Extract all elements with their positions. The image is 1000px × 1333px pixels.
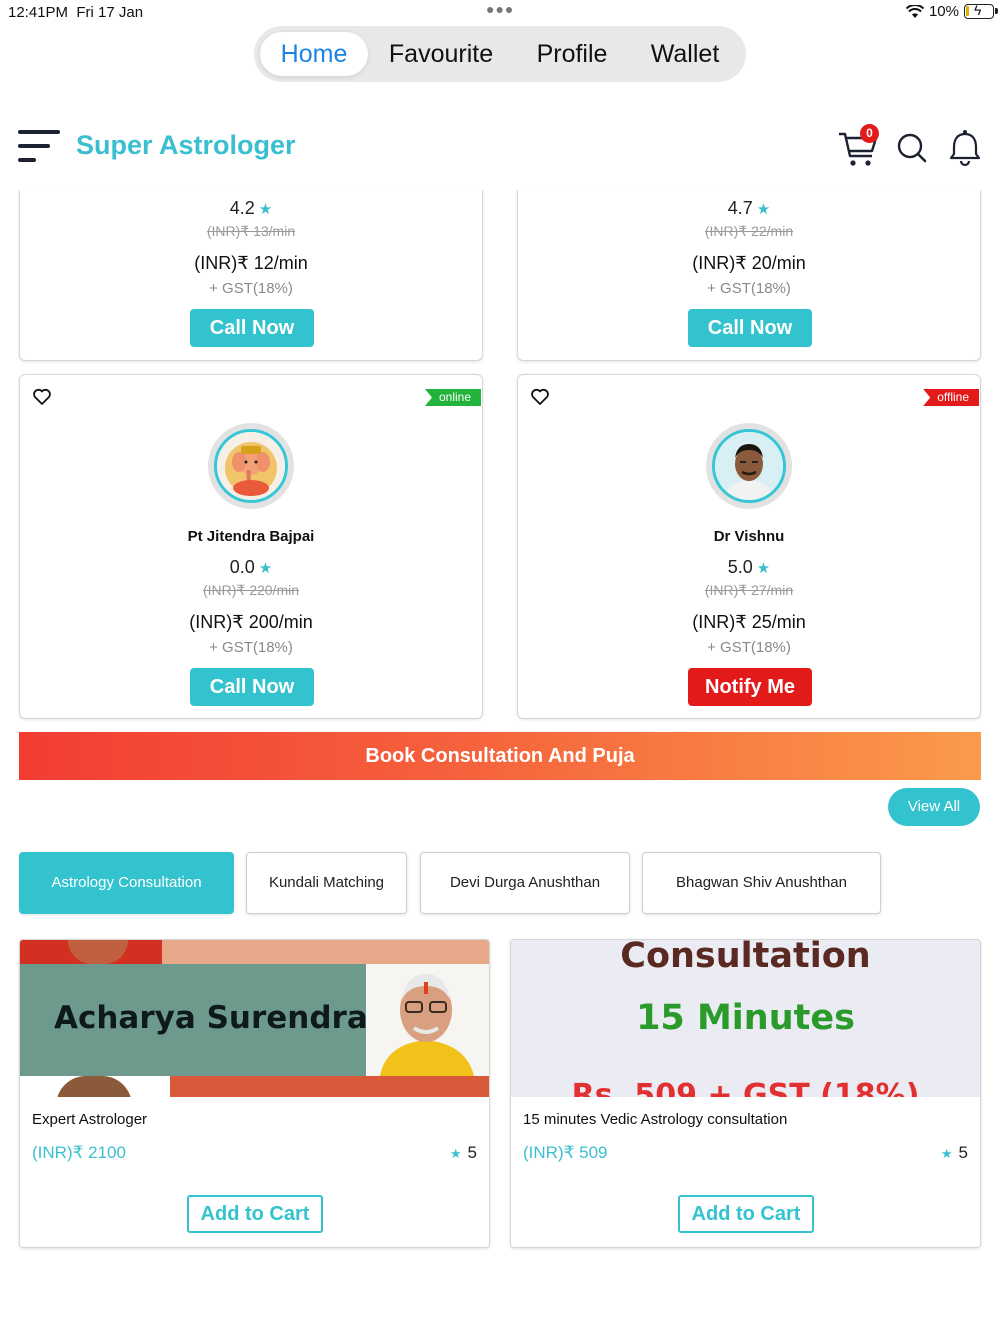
star-icon: ★ xyxy=(756,560,771,577)
price: (INR)₹ 200/min xyxy=(189,612,313,632)
gst-note: + GST(18%) xyxy=(707,639,791,656)
service-name: 15 minutes Vedic Astrology consultation xyxy=(523,1111,788,1128)
astrologer-name: Dr Vishnu xyxy=(713,528,785,545)
heart-icon[interactable] xyxy=(32,387,52,407)
rating: 0.0 ★ xyxy=(229,557,273,577)
status-right: 10% ϟ xyxy=(905,2,998,20)
star-icon: ★ xyxy=(258,201,273,218)
service-image-title: Acharya Surendra xyxy=(54,1000,368,1036)
service-rating: ★ 5 xyxy=(940,1143,968,1162)
old-price: (INR)₹ 220/min xyxy=(202,582,300,598)
rating: 5.0 ★ xyxy=(727,557,771,577)
view-all-button[interactable]: View All xyxy=(888,788,980,826)
acharya-photo xyxy=(380,974,474,1076)
time-text: 12:41PM xyxy=(8,4,69,21)
astrologer-card[interactable]: 4.7 ★ (INR)₹ 22/min (INR)₹ 20/min + GST(1… xyxy=(517,190,981,361)
star-icon: ★ xyxy=(756,201,771,218)
app-header: Super Astrologer 0 xyxy=(0,108,1000,190)
service-card[interactable]: Acharya Surendra Expert Astrologer (INR)… xyxy=(19,939,490,1248)
astrologer-card[interactable]: 4.2 ★ (INR)₹ 13/min (INR)₹ 12/min + GST(1… xyxy=(19,190,483,361)
status-time: 12:41PM Fri 17 Jan xyxy=(8,4,143,21)
service-price: (INR)₹ 2100 xyxy=(32,1143,126,1162)
add-to-cart-button[interactable]: Add to Cart xyxy=(678,1195,814,1233)
battery-icon: ϟ xyxy=(964,2,998,19)
price: (INR)₹ 12/min xyxy=(194,253,308,273)
cart-count-badge: 0 xyxy=(860,124,879,143)
astrologer-name: Pt Jitendra Bajpai xyxy=(187,528,315,545)
top-tab-bar: Home Favourite Profile Wallet xyxy=(254,26,746,82)
heart-icon[interactable] xyxy=(530,387,550,407)
price: (INR)₹ 25/min xyxy=(692,612,806,632)
notify-me-button[interactable]: Notify Me xyxy=(688,668,812,706)
service-price: (INR)₹ 509 xyxy=(523,1143,608,1162)
star-icon: ★ xyxy=(940,1146,953,1161)
cart-icon[interactable]: 0 xyxy=(836,122,880,170)
star-icon: ★ xyxy=(449,1146,462,1161)
notification-bell-icon[interactable] xyxy=(944,122,988,170)
old-price: (INR)₹ 22/min xyxy=(704,223,794,239)
battery-percent: 10% xyxy=(928,3,959,20)
tab-home[interactable]: Home xyxy=(260,32,368,76)
astrologer-card[interactable]: online Pt Jitendra Bajpai 0.0 ★ (INR)₹ 22… xyxy=(19,374,483,719)
tab-favourite[interactable]: Favourite xyxy=(376,32,506,76)
avatar xyxy=(208,423,294,509)
service-rating: ★ 5 xyxy=(449,1143,477,1162)
category-bhagwan-shiv-anushthan[interactable]: Bhagwan Shiv Anushthan xyxy=(642,852,881,914)
old-price: (INR)₹ 13/min xyxy=(206,223,296,239)
status-bar: 12:41PM Fri 17 Jan ●●● 10% ϟ xyxy=(0,0,1000,26)
multitasking-dots-icon[interactable]: ●●● xyxy=(486,1,514,17)
star-icon: ★ xyxy=(258,560,273,577)
service-name: Expert Astrologer xyxy=(32,1111,148,1128)
status-badge: online xyxy=(424,389,481,406)
add-to-cart-button[interactable]: Add to Cart xyxy=(187,1195,323,1233)
status-badge: offline xyxy=(923,389,979,406)
gst-note: + GST(18%) xyxy=(707,280,791,297)
call-now-button[interactable]: Call Now xyxy=(190,668,314,706)
gst-note: + GST(18%) xyxy=(209,639,293,656)
rating: 4.7 ★ xyxy=(727,198,771,218)
category-kundali-matching[interactable]: Kundali Matching xyxy=(246,852,407,914)
category-astrology-consultation[interactable]: Astrology Consultation xyxy=(19,852,234,914)
service-image-subtitle: 15 Minutes xyxy=(636,998,855,1038)
book-consultation-banner[interactable]: Book Consultation And Puja xyxy=(19,732,981,780)
tab-profile[interactable]: Profile xyxy=(520,32,624,76)
person-photo xyxy=(712,429,786,503)
tab-wallet[interactable]: Wallet xyxy=(636,32,734,76)
gst-note: + GST(18%) xyxy=(209,280,293,297)
rating: 4.2 ★ xyxy=(229,198,273,218)
ganesha-image xyxy=(214,429,288,503)
astrologer-card[interactable]: offline Dr Vishnu 5.0 ★ (INR)₹ 27/min (IN… xyxy=(517,374,981,719)
service-image-title: Consultation xyxy=(620,940,871,976)
price: (INR)₹ 20/min xyxy=(692,253,806,273)
search-icon[interactable] xyxy=(892,122,936,170)
service-image: Consultation 15 Minutes Rs. 509 + GST (1… xyxy=(511,940,980,1097)
service-image-price: Rs. 509 + GST (18%) xyxy=(571,1078,920,1097)
avatar xyxy=(706,423,792,509)
category-devi-durga-anushthan[interactable]: Devi Durga Anushthan xyxy=(420,852,630,914)
call-now-button[interactable]: Call Now xyxy=(190,309,314,347)
date-text: Fri 17 Jan xyxy=(76,4,144,21)
old-price: (INR)₹ 27/min xyxy=(704,582,794,598)
call-now-button[interactable]: Call Now xyxy=(688,309,812,347)
service-card[interactable]: Consultation 15 Minutes Rs. 509 + GST (1… xyxy=(510,939,981,1248)
wifi-icon xyxy=(905,4,924,18)
service-image: Acharya Surendra xyxy=(20,940,489,1097)
menu-icon[interactable] xyxy=(18,130,62,164)
app-title: Super Astrologer xyxy=(76,130,296,160)
